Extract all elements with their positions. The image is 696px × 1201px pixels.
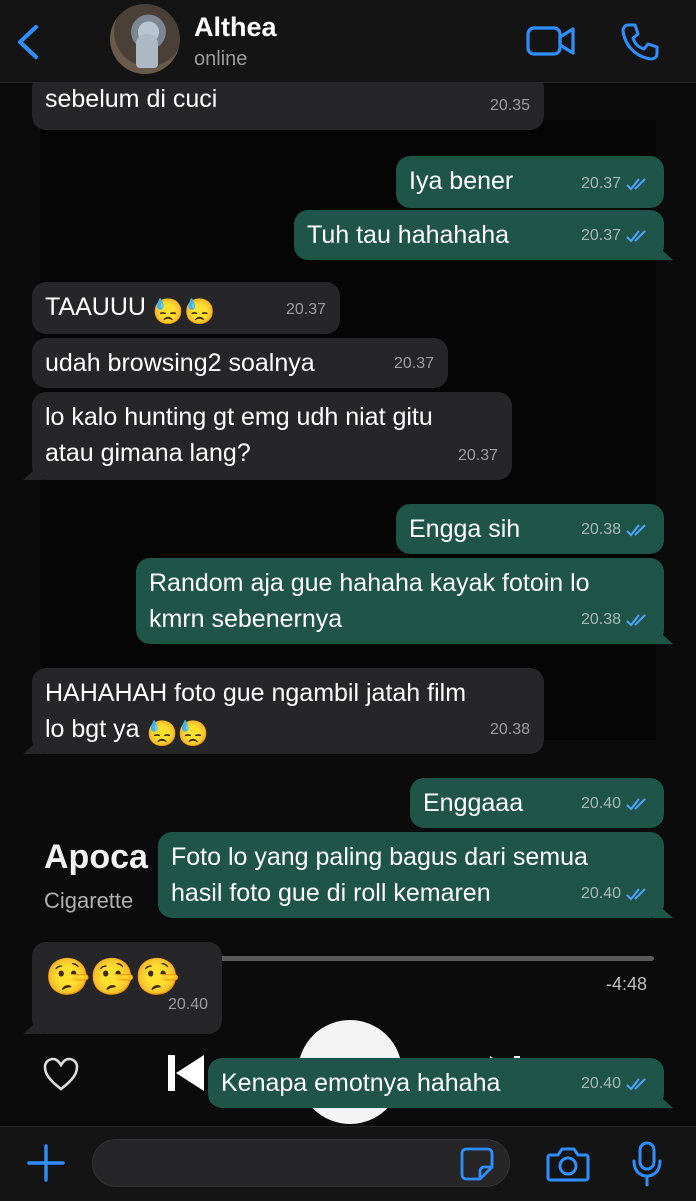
message-composer bbox=[0, 1126, 696, 1201]
message-meta: 20.37 bbox=[581, 218, 650, 254]
chat-header: Althea online bbox=[0, 0, 696, 83]
camera-icon[interactable] bbox=[546, 1145, 590, 1183]
message-text-line1: Random aja gue hahaha kayak fotoin lo bbox=[149, 569, 590, 597]
read-ticks-icon bbox=[626, 178, 646, 191]
music-card-artist: Cigarette bbox=[44, 888, 134, 913]
message-text-line2: atau gimana lang? bbox=[45, 439, 251, 467]
message-time: 20.40 bbox=[580, 795, 621, 812]
message-text: TAAUUU bbox=[45, 293, 146, 321]
contact-status: online bbox=[194, 48, 248, 70]
read-ticks-icon bbox=[626, 614, 646, 627]
plus-icon[interactable] bbox=[26, 1143, 66, 1183]
microphone-icon[interactable] bbox=[630, 1141, 664, 1187]
message-time: 20.35 bbox=[489, 97, 530, 114]
read-ticks-icon bbox=[626, 524, 646, 537]
message-text: sebelum di cuci bbox=[45, 85, 218, 113]
heart-icon[interactable] bbox=[42, 1056, 80, 1092]
message-bubble-outgoing[interactable]: Kenapa emotnya hahaha 20.40 bbox=[208, 1058, 664, 1108]
message-time: 20.37 bbox=[580, 175, 621, 192]
message-meta: 20.38 bbox=[581, 602, 650, 638]
message-time: 20.40 bbox=[580, 885, 621, 902]
message-meta: 20.40 bbox=[581, 786, 650, 822]
message-bubble-incoming[interactable]: HAHAHAH foto gue ngambil jatah film lo b… bbox=[32, 668, 544, 754]
message-bubble-incoming[interactable]: lo kalo hunting gt emg udh niat gitu ata… bbox=[32, 392, 512, 480]
previous-track-icon[interactable] bbox=[166, 1052, 206, 1094]
message-text: Enggaaa bbox=[423, 789, 524, 817]
sticker-icon[interactable] bbox=[460, 1147, 494, 1181]
chevron-left-icon[interactable] bbox=[14, 24, 42, 60]
message-input[interactable] bbox=[92, 1139, 510, 1187]
read-ticks-icon bbox=[626, 1078, 646, 1091]
message-time: 20.40 bbox=[580, 1075, 621, 1092]
message-text: Engga sih bbox=[409, 515, 521, 543]
message-bubble-outgoing[interactable]: Random aja gue hahaha kayak fotoin lo km… bbox=[136, 558, 664, 644]
avatar[interactable] bbox=[110, 4, 180, 74]
message-text-line2: lo bgt ya bbox=[45, 715, 140, 743]
message-meta: 20.40 bbox=[581, 876, 650, 912]
message-text: Tuh tau hahahaha bbox=[307, 221, 510, 249]
message-text: udah browsing2 soalnya bbox=[45, 349, 315, 377]
message-bubble-outgoing[interactable]: Tuh tau hahahaha 20.37 bbox=[294, 210, 664, 260]
message-time: 20.37 bbox=[457, 447, 498, 464]
sweat-emoji: 😓😓 bbox=[146, 720, 209, 748]
message-text: Kenapa emotnya hahaha bbox=[221, 1069, 501, 1097]
message-text-line2: kmrn sebenernya bbox=[149, 605, 343, 633]
message-text-line1: Foto lo yang paling bagus dari semua bbox=[171, 843, 588, 871]
message-time: 20.38 bbox=[489, 721, 530, 738]
message-meta: 20.38 bbox=[581, 512, 650, 548]
message-text-line1: lo kalo hunting gt emg udh niat gitu bbox=[45, 403, 433, 431]
message-time: 20.37 bbox=[580, 227, 621, 244]
message-bubble-outgoing[interactable]: Engga sih 20.38 bbox=[396, 504, 664, 554]
message-bubble-outgoing[interactable]: Enggaaa 20.40 bbox=[410, 778, 664, 828]
message-time: 20.37 bbox=[285, 301, 326, 318]
message-meta: 20.40 bbox=[581, 1066, 650, 1102]
phone-icon[interactable] bbox=[620, 22, 660, 62]
message-bubble-outgoing[interactable]: Iya bener 20.37 bbox=[396, 156, 664, 208]
message-time: 20.40 bbox=[167, 996, 208, 1013]
message-bubble-incoming[interactable]: TAAUUU 😓😓 20.37 bbox=[32, 282, 340, 334]
read-ticks-icon bbox=[626, 230, 646, 243]
contact-name[interactable]: Althea bbox=[194, 12, 277, 43]
lying-face-emoji: 🤥🤥🤥 bbox=[45, 956, 180, 997]
message-bubble-incoming[interactable]: 🤥🤥🤥 20.40 bbox=[32, 942, 222, 1034]
message-bubble-incoming[interactable]: udah browsing2 soalnya 20.37 bbox=[32, 338, 448, 388]
music-card-title: Apoca bbox=[44, 838, 148, 876]
read-ticks-icon bbox=[626, 888, 646, 901]
message-text-line1: HAHAHAH foto gue ngambil jatah film bbox=[45, 679, 467, 707]
message-time: 20.38 bbox=[580, 611, 621, 628]
message-text: Iya bener bbox=[409, 167, 514, 195]
message-text-line2: hasil foto gue di roll kemaren bbox=[171, 879, 491, 907]
music-time-remaining: -4:48 bbox=[606, 974, 648, 994]
message-bubble-outgoing[interactable]: Foto lo yang paling bagus dari semua has… bbox=[158, 832, 664, 918]
video-call-icon[interactable] bbox=[526, 24, 576, 58]
sweat-emoji: 😓😓 bbox=[152, 298, 216, 326]
message-line2-row: lo bgt ya 😓😓 bbox=[45, 711, 532, 752]
message-meta: 20.37 bbox=[581, 166, 650, 202]
message-time: 20.38 bbox=[580, 521, 621, 538]
message-time: 20.37 bbox=[393, 355, 434, 372]
read-ticks-icon bbox=[626, 798, 646, 811]
